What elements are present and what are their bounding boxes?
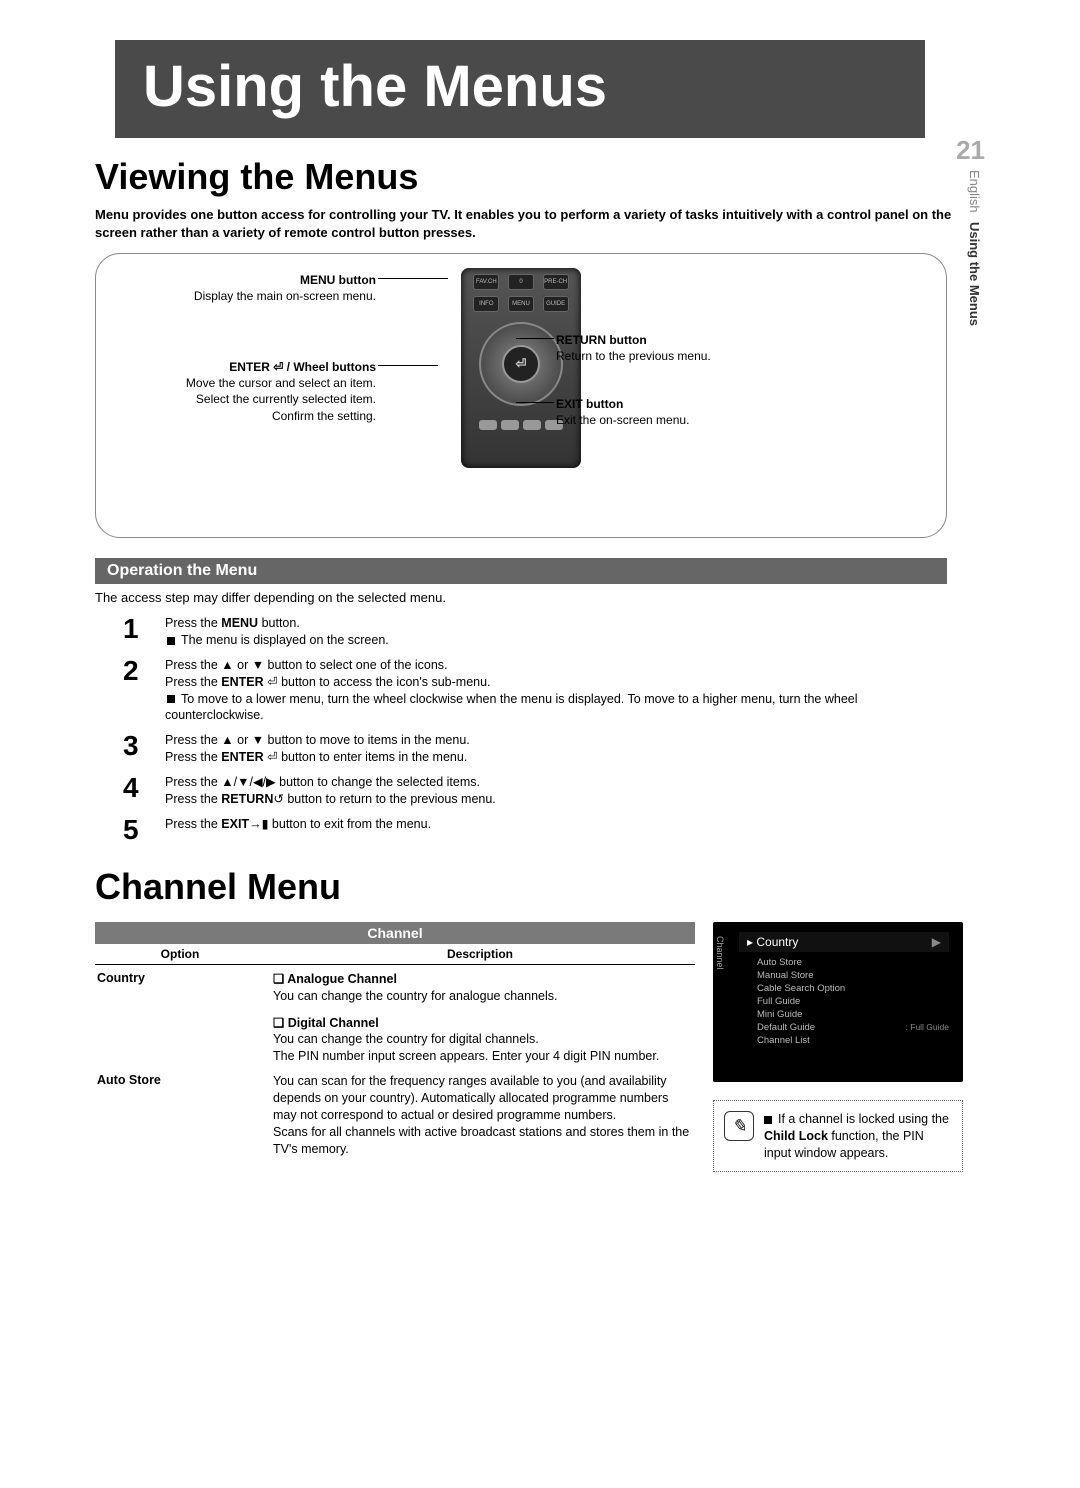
callout-enter: ENTER ⏎ / Wheel buttons Move the cursor … — [116, 359, 376, 424]
osd-item: Mini Guide — [757, 1008, 955, 1021]
step: 5 Press the EXIT→▮ button to exit from th… — [95, 816, 947, 844]
remote-image: FAV.CH 0 PRE-CH INFO MENU GUIDE ⏎ — [461, 268, 581, 468]
description-cell: Analogue ChannelYou can change the count… — [271, 969, 695, 1067]
remote-btn-info: INFO — [473, 296, 499, 312]
callout-exit: EXIT button Exit the on-screen menu. — [556, 396, 816, 428]
pen-icon: ✎ — [724, 1111, 754, 1141]
table-title: Channel — [95, 922, 695, 944]
color-btn — [479, 420, 497, 430]
step-body: Press the ▲/▼/◀/▶ button to change the s… — [165, 774, 947, 808]
osd-item: Auto Store — [757, 956, 955, 969]
steps-list: 1 Press the MENU button.The menu is displ… — [95, 615, 985, 844]
remote-btn-prech: PRE-CH — [543, 274, 569, 290]
step: 1 Press the MENU button.The menu is displ… — [95, 615, 947, 649]
page-number: 21 — [956, 135, 985, 166]
sub-option-desc: You can change the country for analogue … — [273, 988, 691, 1005]
step-body: Press the ▲ or ▼ button to move to items… — [165, 732, 947, 766]
side-tab-section: Using the Menus — [967, 222, 982, 326]
col-description: Description — [265, 944, 695, 964]
color-btn — [523, 420, 541, 430]
sub-option-label: Digital Channel — [273, 1015, 691, 1032]
step-body: Press the MENU button.The menu is displa… — [165, 615, 947, 649]
enter-icon: ⏎ — [502, 345, 540, 383]
step-body: Press the EXIT→▮ button to exit from the… — [165, 816, 947, 844]
step-number: 5 — [123, 816, 149, 844]
step-number: 1 — [123, 615, 149, 649]
section-title-channel: Channel Menu — [95, 866, 985, 908]
option-cell: Auto Store — [95, 1071, 271, 1159]
osd-item: Default Guide: Full Guide — [757, 1021, 955, 1034]
chapter-banner: Using the Menus — [115, 40, 925, 138]
osd-side-label: Channel — [715, 936, 725, 970]
side-tab-lang: English — [967, 170, 982, 213]
remote-btn-menu: MENU — [508, 296, 534, 312]
color-btn — [501, 420, 519, 430]
sub-option-desc: You can change the country for digital c… — [273, 1031, 691, 1065]
osd-item: Full Guide — [757, 995, 955, 1008]
step-number: 3 — [123, 732, 149, 766]
osd-item: Cable Search Option — [757, 982, 955, 995]
channel-table: Channel Option Description CountryAnalog… — [95, 922, 695, 1173]
remote-wheel: ⏎ — [479, 322, 563, 406]
step-number: 4 — [123, 774, 149, 808]
intro-text: Menu provides one button access for cont… — [95, 206, 985, 241]
remote-btn-guide: GUIDE — [543, 296, 569, 312]
col-option: Option — [95, 944, 265, 964]
remote-diagram: FAV.CH 0 PRE-CH INFO MENU GUIDE ⏎ MENU b… — [95, 253, 947, 538]
operation-note: The access step may differ depending on … — [95, 590, 985, 605]
step: 3 Press the ▲ or ▼ button to move to item… — [95, 732, 947, 766]
description-cell: You can scan for the frequency ranges av… — [271, 1071, 695, 1159]
table-row: Auto StoreYou can scan for the frequency… — [95, 1067, 695, 1159]
note-box: ✎ If a channel is locked using the Child… — [713, 1100, 963, 1173]
osd-item: Channel List — [757, 1034, 955, 1047]
step-number: 2 — [123, 657, 149, 725]
callout-menu: MENU button Display the main on-screen m… — [116, 272, 376, 304]
osd-selected-item: ▸ Country ▶ — [739, 932, 949, 952]
step: 2Press the ▲ or ▼ button to select one o… — [95, 657, 947, 725]
callout-return: RETURN button Return to the previous men… — [556, 332, 816, 364]
osd-screenshot: Channel ▸ Country ▶ Auto StoreManual Sto… — [713, 922, 963, 1082]
table-row: CountryAnalogue ChannelYou can change th… — [95, 965, 695, 1067]
option-cell: Country — [95, 969, 271, 1067]
remote-btn-0: 0 — [508, 274, 534, 290]
sub-option-label: Analogue Channel — [273, 971, 691, 988]
step-body: Press the ▲ or ▼ button to select one of… — [165, 657, 947, 725]
side-tab: English Using the Menus — [967, 170, 982, 326]
section-title-viewing: Viewing the Menus — [95, 156, 985, 198]
chevron-right-icon: ▶ — [932, 935, 941, 949]
operation-banner: Operation the Menu — [95, 558, 947, 584]
osd-item: Manual Store — [757, 969, 955, 982]
remote-btn-favch: FAV.CH — [473, 274, 499, 290]
step: 4 Press the ▲/▼/◀/▶ button to change the … — [95, 774, 947, 808]
